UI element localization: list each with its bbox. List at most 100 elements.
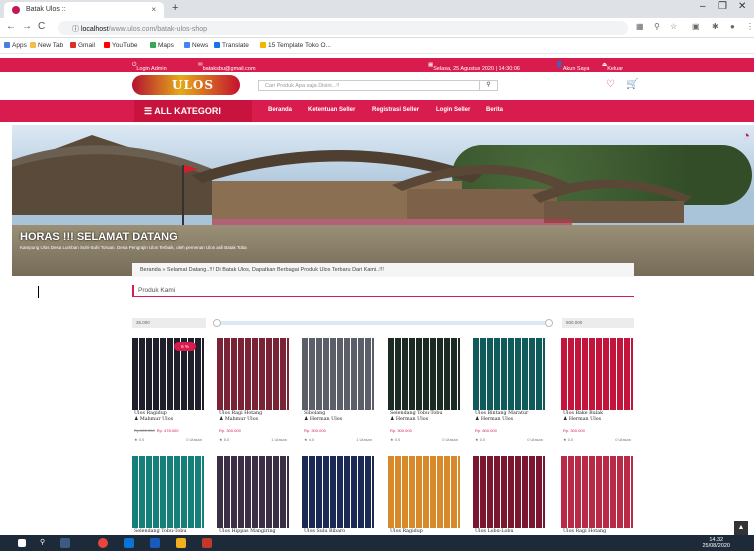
email-link[interactable]: ✉ bataksbu@gmail.com: [198, 62, 256, 72]
minimize-icon[interactable]: –: [700, 1, 706, 12]
bookmark-news[interactable]: News: [184, 42, 208, 49]
bookmark-template[interactable]: 15 Template Toko O...: [260, 42, 331, 49]
zoom-icon[interactable]: ⚲: [654, 22, 660, 31]
bookmark-apps[interactable]: Apps: [4, 42, 27, 49]
bookmark-maps[interactable]: Maps: [150, 42, 174, 49]
bookmark-newtab[interactable]: New Tab: [30, 42, 63, 49]
edge-icon[interactable]: [124, 538, 134, 548]
main-nav: ☰ ALL KATEGORI Beranda Ketentuan Seller …: [0, 100, 754, 122]
product-card[interactable]: Sibolang ♟ Herman Ulos Rp. 300.000 ★ 4.0 1 U…: [302, 338, 374, 448]
product-card[interactable]: Selendang Tobu-Tobu: [132, 456, 204, 534]
product-image[interactable]: [388, 456, 460, 528]
price-max-field[interactable]: 500.000: [562, 318, 634, 328]
nav-berita[interactable]: Berita: [486, 107, 503, 113]
product-card[interactable]: Ulos Bintang Maratur ♟ Herman Ulos Rp. 800…: [473, 338, 545, 448]
search-taskbar-icon[interactable]: ⚲: [40, 538, 50, 548]
info-icon: ⓘ: [72, 26, 81, 33]
product-image[interactable]: [388, 338, 460, 410]
slider-next-icon[interactable]: ◔: [742, 128, 750, 143]
search-placeholder: Cari Produk Apa saja Disini...!!: [265, 83, 340, 89]
product-seller: ♟ Herman Ulos: [563, 417, 602, 422]
product-price: Rp. 800.000: [475, 428, 497, 433]
tab-close-icon[interactable]: ×: [151, 5, 156, 14]
news-icon: [184, 42, 190, 48]
nav-registrasi-seller[interactable]: Registrasi Seller: [372, 107, 419, 113]
breadcrumb-text: Selamat Datang..!!! Di Batak Ulos, Dapat…: [166, 267, 384, 273]
close-window-icon[interactable]: ✕: [738, 1, 746, 12]
product-name[interactable]: Selendang Tobu-Tobu: [134, 529, 204, 534]
product-seller: ♟ Mahmur Ulos: [134, 417, 174, 422]
product-card[interactable]: Selendang Tobu-Tobu ♟ Herman Ulos Rp. 300.…: [388, 338, 460, 448]
product-card[interactable]: Ulos Sulu Bibaro: [302, 456, 374, 534]
product-image[interactable]: [217, 456, 289, 528]
product-card[interactable]: 6 % Ulos Ragidup ♟ Mahmur Ulos Rp.800.000 Rp…: [132, 338, 204, 448]
back-icon[interactable]: ←: [6, 21, 16, 32]
reload-icon[interactable]: C: [38, 21, 45, 32]
bookmark-star-icon[interactable]: ☆: [670, 22, 677, 31]
product-price: Rp. 300.000: [390, 428, 412, 433]
breadcrumb-home[interactable]: Beranda: [140, 267, 161, 273]
product-image[interactable]: [217, 338, 289, 410]
logout-link[interactable]: ⏏ Keluar: [602, 62, 623, 72]
profile-icon[interactable]: ●: [730, 22, 735, 31]
price-range-slider[interactable]: [213, 319, 553, 327]
scroll-top-button[interactable]: ▲: [734, 521, 748, 535]
task-view-icon[interactable]: [60, 538, 70, 548]
product-image[interactable]: [473, 456, 545, 528]
product-name[interactable]: Ulos Hippas Mangiring: [219, 529, 289, 534]
product-image[interactable]: [302, 338, 374, 410]
nav-beranda[interactable]: Beranda: [268, 107, 292, 113]
chrome-icon[interactable]: [98, 538, 108, 548]
product-name[interactable]: Ulos Ragidup: [390, 529, 460, 534]
maximize-icon[interactable]: ❐: [718, 1, 727, 12]
product-card[interactable]: Ulos Ragi Hotang ♟ Mahmur Ulos Rp. 300.000…: [217, 338, 289, 448]
bookmark-gmail[interactable]: Gmail: [70, 42, 95, 49]
product-name[interactable]: Ulos Ragi Hotang: [563, 529, 633, 534]
product-image[interactable]: [132, 456, 204, 528]
login-admin-link[interactable]: ⏻ Login Admin: [132, 62, 167, 72]
product-image[interactable]: [473, 338, 545, 410]
product-card[interactable]: Ulos Lobu-Lobu: [473, 456, 545, 534]
product-image[interactable]: [302, 456, 374, 528]
file-explorer-icon[interactable]: [176, 538, 186, 548]
site-header: ULOS Cari Produk Apa saja Disini...!! ⚲ …: [0, 72, 754, 98]
datetime-text: ▦ Selasa, 25 Agustus 2020 | 14:30:06: [428, 62, 520, 72]
product-card[interactable]: Ulos Ragi Hotang: [561, 456, 633, 534]
product-card[interactable]: Ulos Ragidup: [388, 456, 460, 534]
product-card[interactable]: Ulos Bake Bulak ♟ Herman Ulos Rp. 300.000 ★…: [561, 338, 633, 448]
product-name[interactable]: Ulos Lobu-Lobu: [475, 529, 545, 534]
cart-icon[interactable]: 🛒: [626, 79, 638, 90]
search-icon[interactable]: ⚲: [479, 80, 497, 91]
maps-icon: [150, 42, 156, 48]
site-logo[interactable]: ULOS: [132, 75, 240, 95]
menu-icon[interactable]: ⋮: [746, 22, 754, 31]
new-tab-button[interactable]: +: [172, 2, 178, 14]
price-min-field[interactable]: 35.000: [132, 318, 206, 328]
tab-title: Batak Ulos ::: [26, 6, 66, 13]
app-icon[interactable]: [202, 538, 212, 548]
word-icon[interactable]: [150, 538, 160, 548]
product-price: Rp. 300.000: [219, 428, 241, 433]
product-image[interactable]: [561, 338, 633, 410]
extension-icon[interactable]: ▣: [692, 22, 700, 31]
nav-login-seller[interactable]: Login Seller: [436, 107, 470, 113]
windows-start-icon[interactable]: [18, 539, 26, 547]
bookmark-youtube[interactable]: YouTube: [104, 42, 138, 49]
product-card[interactable]: Ulos Hippas Mangiring: [217, 456, 289, 534]
price-max-handle[interactable]: [545, 319, 553, 327]
heart-icon[interactable]: ♡: [606, 79, 615, 90]
forward-icon[interactable]: →: [22, 21, 32, 32]
search-input[interactable]: Cari Produk Apa saja Disini...!! ⚲: [258, 80, 498, 91]
product-name[interactable]: Ulos Sulu Bibaro: [304, 529, 374, 534]
product-image[interactable]: [561, 456, 633, 528]
browser-tab[interactable]: Batak Ulos :: ×: [4, 2, 164, 18]
account-link[interactable]: 👤 Akun Saya: [556, 62, 589, 72]
price-min-handle[interactable]: [213, 319, 221, 327]
puzzle-icon[interactable]: ✱: [712, 22, 719, 31]
nav-ketentuan-seller[interactable]: Ketentuan Seller: [308, 107, 355, 113]
translate-page-icon[interactable]: ▦: [636, 22, 644, 31]
all-category-button[interactable]: ☰ ALL KATEGORI: [134, 100, 252, 122]
bookmark-translate[interactable]: Translate: [214, 42, 249, 49]
url-input[interactable]: ⓘ localhost/www.ulos.com/batak-ulos-shop: [58, 21, 628, 35]
gmail-icon: [70, 42, 76, 48]
